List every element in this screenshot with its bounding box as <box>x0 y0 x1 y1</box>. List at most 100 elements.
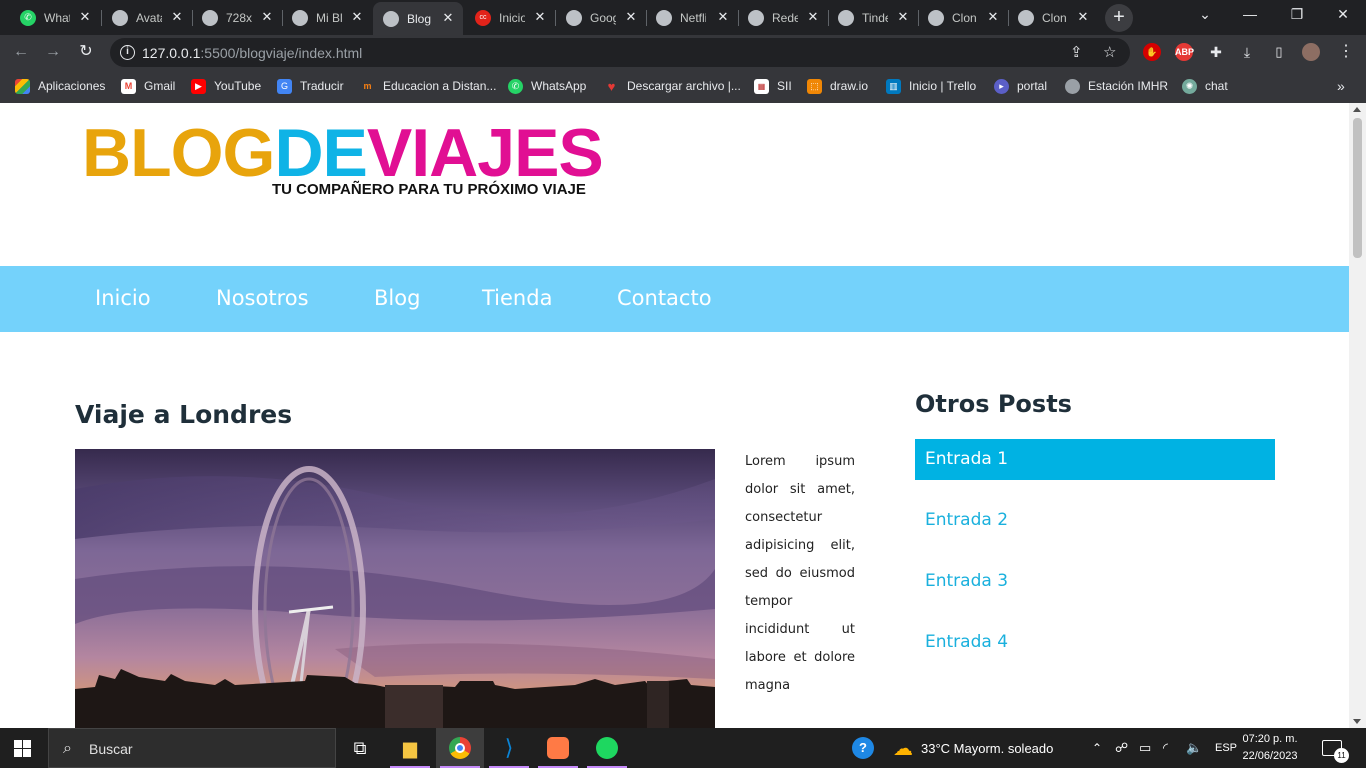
snip-app-icon[interactable] <box>534 728 582 768</box>
bookmark-chat[interactable]: ✺ chat <box>1182 77 1228 95</box>
bookmark-label: Aplicaciones <box>38 79 106 93</box>
close-icon[interactable]: ✕ <box>716 10 730 24</box>
bookmark-whatsapp[interactable]: ✆ WhatsApp <box>508 77 586 95</box>
close-icon[interactable]: ✕ <box>806 10 820 24</box>
bookmark-label: Gmail <box>144 79 176 93</box>
close-icon[interactable]: ✕ <box>441 11 455 25</box>
globe-icon <box>112 9 128 26</box>
bookmark-sii[interactable]: ▦ SII <box>754 77 792 95</box>
close-icon[interactable]: ✕ <box>533 10 547 24</box>
extensions-puzzle-icon[interactable]: ✚ <box>1207 43 1225 61</box>
site-logo[interactable]: BLOGDEVIAJES TU COMPAÑERO PARA TU PRÓXIM… <box>82 119 604 198</box>
forward-button[interactable]: → <box>42 41 64 63</box>
vscode-icon[interactable]: ⟩ <box>485 728 533 768</box>
close-icon[interactable]: ✕ <box>624 10 638 24</box>
close-icon[interactable]: ✕ <box>260 10 274 24</box>
tab-tinder[interactable]: Tinder ✕ <box>828 4 918 31</box>
language-indicator[interactable]: ESP <box>1215 728 1237 768</box>
address-url[interactable]: 127.0.0.1:5500/blogviaje/index.html <box>142 45 362 61</box>
tab-title: Inicio <box>499 10 525 25</box>
site-info-icon[interactable]: i <box>120 45 135 60</box>
bookmark-drawio[interactable]: ⬚ draw.io <box>807 77 868 95</box>
page-viewport: BLOGDEVIAJES TU COMPAÑERO PARA TU PRÓXIM… <box>0 103 1349 728</box>
bookmark-descargar[interactable]: ♥ Descargar archivo |... <box>604 77 741 95</box>
hidden-icons-chevron-icon[interactable]: ⌃ <box>1092 728 1102 768</box>
tab-whatsapp[interactable]: ✆ WhatsApp ✕ <box>10 4 100 31</box>
close-icon[interactable]: ✕ <box>170 10 184 24</box>
sidebar-entry-4[interactable]: Entrada 4 <box>915 622 1275 663</box>
nav-link-contacto[interactable]: Contacto <box>617 286 712 310</box>
sidebar-entry-3[interactable]: Entrada 3 <box>915 561 1275 602</box>
close-window-button[interactable]: ✕ <box>1333 6 1353 23</box>
chrome-logo <box>449 737 471 759</box>
minimize-button[interactable]: — <box>1240 6 1260 22</box>
weather-widget[interactable]: ☁ 33°C Mayorm. soleado <box>893 728 1053 768</box>
menu-kebab-icon[interactable]: ⋮ <box>1337 43 1355 61</box>
windows-start-button[interactable] <box>14 740 32 758</box>
bookmark-traducir[interactable]: G Traducir <box>277 77 344 95</box>
system-clock[interactable]: 07:20 p. m. 22/06/2023 <box>1240 731 1300 765</box>
tab-google[interactable]: Google ✕ <box>556 4 646 31</box>
tab-mi-blog[interactable]: Mi Blog ✕ <box>282 4 372 31</box>
close-icon[interactable]: ✕ <box>1076 10 1090 24</box>
close-icon[interactable]: ✕ <box>350 10 364 24</box>
nav-link-blog[interactable]: Blog <box>374 286 420 310</box>
tab-redes[interactable]: Redes ✕ <box>738 4 828 31</box>
volume-icon[interactable]: 🔈 <box>1186 728 1202 768</box>
close-icon[interactable]: ✕ <box>78 10 92 24</box>
bookmark-trello[interactable]: ▥ Inicio | Trello <box>886 77 976 95</box>
side-panel-icon[interactable]: ▯ <box>1270 43 1288 61</box>
clock-date: 22/06/2023 <box>1242 750 1298 762</box>
close-icon[interactable]: ✕ <box>986 10 1000 24</box>
reload-button[interactable]: ↻ <box>75 41 97 63</box>
tab-clon-1[interactable]: Clon ✕ <box>918 4 1008 31</box>
logo-part-de: DE <box>274 115 367 191</box>
tab-728x90[interactable]: 728x90 ✕ <box>192 4 282 31</box>
nav-link-tienda[interactable]: Tienda <box>482 286 552 310</box>
network-vpn-icon[interactable]: ☍ <box>1115 728 1128 768</box>
tab-title: Tinder <box>862 10 888 25</box>
sidebar-entry-2[interactable]: Entrada 2 <box>915 500 1275 541</box>
maximize-button[interactable]: ❐ <box>1287 6 1307 23</box>
bookmark-star-icon[interactable]: ☆ <box>1103 43 1116 61</box>
bookmark-educacion[interactable]: m Educacion a Distan... <box>360 77 496 95</box>
task-view-icon[interactable]: ⧉ <box>336 728 384 768</box>
notifications-button[interactable]: 11 <box>1322 728 1349 768</box>
back-button[interactable]: ← <box>10 41 32 63</box>
spotify-icon[interactable] <box>583 728 631 768</box>
share-icon[interactable]: ⇪ <box>1070 43 1083 61</box>
bookmark-portal[interactable]: ▸ portal <box>994 77 1047 95</box>
nav-link-nosotros[interactable]: Nosotros <box>216 286 309 310</box>
page-scrollbar[interactable] <box>1349 103 1366 728</box>
tab-search-chevron-icon[interactable]: ⌄ <box>1195 6 1215 23</box>
wifi-icon[interactable]: ◜ <box>1163 728 1168 768</box>
stop-hand-extension-icon[interactable]: ✋ <box>1143 43 1161 61</box>
chrome-icon[interactable] <box>436 728 484 768</box>
sidebar-entry-1[interactable]: Entrada 1 <box>915 439 1275 480</box>
bookmark-estacion[interactable]: Estación IMHR <box>1065 77 1168 95</box>
nav-link-inicio[interactable]: Inicio <box>95 286 151 310</box>
download-icon[interactable]: ⤓ <box>1238 43 1256 61</box>
file-explorer-icon[interactable]: ▆ <box>386 728 434 768</box>
tab-clon-2[interactable]: Clon ✕ <box>1008 4 1098 31</box>
new-tab-button[interactable]: + <box>1105 4 1133 32</box>
help-icon[interactable]: ? <box>852 728 874 768</box>
tab-avatar[interactable]: Avatar ✕ <box>102 4 192 31</box>
bookmark-gmail[interactable]: M Gmail <box>121 77 175 95</box>
more-bookmarks-chevron-icon[interactable]: » <box>1337 77 1345 95</box>
scroll-down-arrow-icon[interactable] <box>1353 719 1361 724</box>
close-icon[interactable]: ✕ <box>896 10 910 24</box>
adblock-plus-icon[interactable]: ABP <box>1175 43 1194 61</box>
bookmark-youtube[interactable]: ▶ YouTube <box>191 77 261 95</box>
scroll-up-arrow-icon[interactable] <box>1353 107 1361 112</box>
tab-netflix[interactable]: Netflix ✕ <box>646 4 738 31</box>
bookmark-aplicaciones[interactable]: Aplicaciones <box>15 77 105 95</box>
battery-icon[interactable]: ▭ <box>1139 728 1151 768</box>
profile-avatar[interactable] <box>1302 43 1320 61</box>
taskbar-search-box[interactable]: ⌕ Buscar <box>48 728 336 768</box>
tab-inicio[interactable]: cc Inicio ✕ <box>465 4 555 31</box>
address-bar[interactable]: i 127.0.0.1:5500/blogviaje/index.html ⇪ … <box>110 38 1130 67</box>
tab-blog-active[interactable]: Blog ✕ <box>373 2 463 35</box>
windows-logo-pane <box>14 749 22 757</box>
scrollbar-thumb[interactable] <box>1353 118 1362 258</box>
